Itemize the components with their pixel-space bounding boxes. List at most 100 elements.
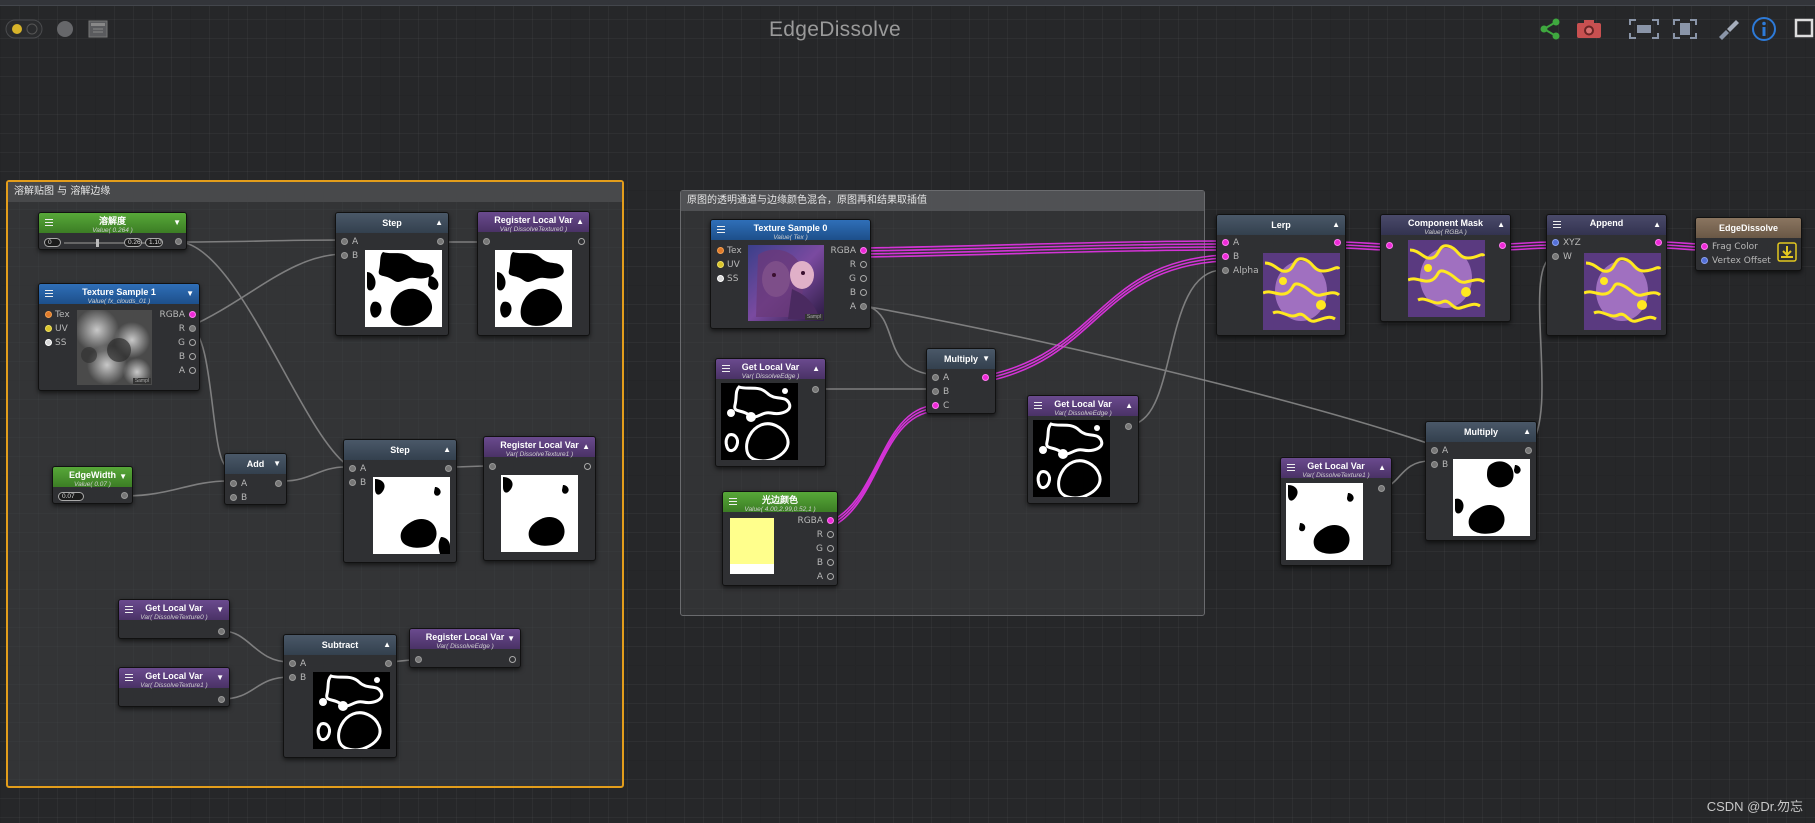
lerp-node[interactable]: Lerp ▲ A B Alpha [1216, 214, 1346, 336]
info-icon[interactable] [1750, 14, 1778, 44]
output-port-g[interactable] [189, 339, 196, 346]
output-port[interactable] [578, 238, 585, 245]
output-port[interactable] [1125, 423, 1132, 430]
texture-sample-1-node[interactable]: Texture Sample 1 ▼ Value( fx_clouds_01 ) T… [38, 283, 200, 391]
subtract-node[interactable]: Subtract ▲ A B [283, 634, 397, 758]
get-local-var-texture0-node[interactable]: Get Local Var ▼ Var( DissolveTexture0 ) [118, 599, 230, 639]
input-port[interactable] [489, 463, 496, 470]
node-menu-icon[interactable] [717, 226, 725, 233]
output-port[interactable] [275, 480, 282, 487]
output-port-g[interactable] [860, 275, 867, 282]
brush-icon[interactable] [1714, 14, 1742, 44]
node-menu-icon[interactable] [722, 365, 730, 372]
focus-icon[interactable] [1626, 14, 1662, 44]
output-port[interactable] [509, 656, 516, 663]
input-port-a[interactable] [1222, 239, 1229, 246]
node-menu-icon[interactable] [1034, 402, 1042, 409]
value-field[interactable]: 0.07 [58, 492, 84, 501]
color-swatch[interactable] [730, 518, 774, 574]
collapse-arrow-icon[interactable]: ▲ [435, 219, 443, 227]
output-port-b[interactable] [827, 559, 834, 566]
node-menu-icon[interactable] [1553, 221, 1561, 228]
output-port[interactable] [1334, 239, 1341, 246]
input-port-uv[interactable] [717, 261, 724, 268]
node-menu-icon[interactable] [1287, 464, 1295, 471]
output-port[interactable] [445, 465, 452, 472]
node-menu-icon[interactable] [125, 674, 133, 681]
collapse-arrow-icon[interactable]: ▼ [216, 674, 224, 682]
input-port-vertex-offset[interactable] [1701, 257, 1708, 264]
output-port[interactable] [175, 238, 182, 245]
output-port-a[interactable] [827, 573, 834, 580]
get-local-var-edge-node-1[interactable]: Get Local Var ▲ Var( DissolveEdge ) [715, 358, 826, 467]
slider-min-field[interactable]: 0 [44, 238, 61, 247]
frame-icon[interactable] [1670, 14, 1700, 44]
input-port-ss[interactable] [45, 339, 52, 346]
component-mask-node[interactable]: Component Mask ▲ Value( RGBA ) [1380, 214, 1511, 322]
multiply-node-1[interactable]: Multiply ▼ A B C [926, 348, 996, 414]
register-local-var-texture0-node[interactable]: Register Local Var ▲ Var( DissolveTexture0… [477, 211, 590, 336]
input-port-b[interactable] [289, 674, 296, 681]
step-node-1[interactable]: Step ▲ A B [335, 212, 449, 336]
output-port-a[interactable] [860, 303, 867, 310]
output-port-rgba[interactable] [189, 311, 196, 318]
input-port-ss[interactable] [717, 275, 724, 282]
get-local-var-texture1-node[interactable]: Get Local Var ▼ Var( DissolveTexture1 ) [118, 667, 230, 707]
collapse-arrow-icon[interactable]: ▲ [1497, 221, 1505, 229]
collapse-arrow-icon[interactable]: ▼ [507, 635, 515, 643]
add-node[interactable]: Add ▼ A B [224, 453, 287, 505]
slider-max-field[interactable]: 1.10 [145, 238, 163, 247]
collapse-arrow-icon[interactable]: ▼ [173, 219, 181, 227]
input-port-a[interactable] [230, 480, 237, 487]
input-port-a[interactable] [341, 238, 348, 245]
input-port-b[interactable] [1222, 253, 1229, 260]
output-port[interactable] [1655, 239, 1662, 246]
output-port-a[interactable] [189, 367, 196, 374]
collapse-arrow-icon[interactable]: ▼ [186, 290, 194, 298]
output-port-g[interactable] [827, 545, 834, 552]
collapse-arrow-icon[interactable]: ▲ [1125, 402, 1133, 410]
output-port[interactable] [1378, 485, 1385, 492]
output-port[interactable] [812, 386, 819, 393]
output-port-b[interactable] [189, 353, 196, 360]
output-port-b[interactable] [860, 289, 867, 296]
register-local-var-texture1-node[interactable]: Register Local Var ▲ Var( DissolveTexture1… [483, 436, 596, 561]
input-port-tex[interactable] [717, 247, 724, 254]
input-port-frag-color[interactable] [1701, 243, 1708, 250]
node-menu-icon[interactable] [125, 606, 133, 613]
input-port-alpha[interactable] [1222, 267, 1229, 274]
input-port-xyz[interactable] [1552, 239, 1559, 246]
multiply-node-2[interactable]: Multiply ▲ A B [1425, 421, 1537, 541]
output-port[interactable] [584, 463, 591, 470]
output-master-node[interactable]: EdgeDissolve Frag Color Vertex Offset [1695, 217, 1802, 271]
output-port[interactable] [218, 628, 225, 635]
input-port-b[interactable] [1431, 461, 1438, 468]
input-port-c[interactable] [932, 402, 939, 409]
step-node-2[interactable]: Step ▲ A B [343, 439, 457, 563]
node-menu-icon[interactable] [45, 290, 53, 297]
save-output-icon[interactable] [1777, 242, 1797, 262]
collapse-arrow-icon[interactable]: ▼ [982, 355, 990, 363]
collapse-arrow-icon[interactable]: ▲ [1332, 221, 1340, 229]
edge-width-node[interactable]: EdgeWidth ▼ Value( 0.07 ) 0.07 [52, 466, 133, 504]
output-port-r[interactable] [860, 261, 867, 268]
input-port-b[interactable] [932, 388, 939, 395]
node-graph-canvas[interactable]: EdgeDissolve 溶解贴图 与 溶解边缘 原图的透明通道与边缘颜色混合，… [0, 0, 1815, 823]
output-port-rgba[interactable] [827, 517, 834, 524]
maximize-icon[interactable] [1790, 14, 1815, 44]
slider-value-field[interactable]: 0.26 [124, 238, 142, 247]
collapse-arrow-icon[interactable]: ▲ [812, 365, 820, 373]
collapse-arrow-icon[interactable]: ▲ [576, 218, 584, 226]
collapse-arrow-icon[interactable]: ▲ [1523, 428, 1531, 436]
output-port[interactable] [982, 374, 989, 381]
input-port-b[interactable] [230, 494, 237, 501]
node-menu-icon[interactable] [729, 498, 737, 505]
input-port[interactable] [1386, 242, 1393, 249]
collapse-arrow-icon[interactable]: ▼ [119, 473, 127, 481]
input-port-b[interactable] [349, 479, 356, 486]
collapse-arrow-icon[interactable]: ▲ [582, 443, 590, 451]
output-port[interactable] [385, 660, 392, 667]
input-port-a[interactable] [932, 374, 939, 381]
output-port[interactable] [1499, 242, 1506, 249]
collapse-arrow-icon[interactable]: ▲ [1378, 464, 1386, 472]
